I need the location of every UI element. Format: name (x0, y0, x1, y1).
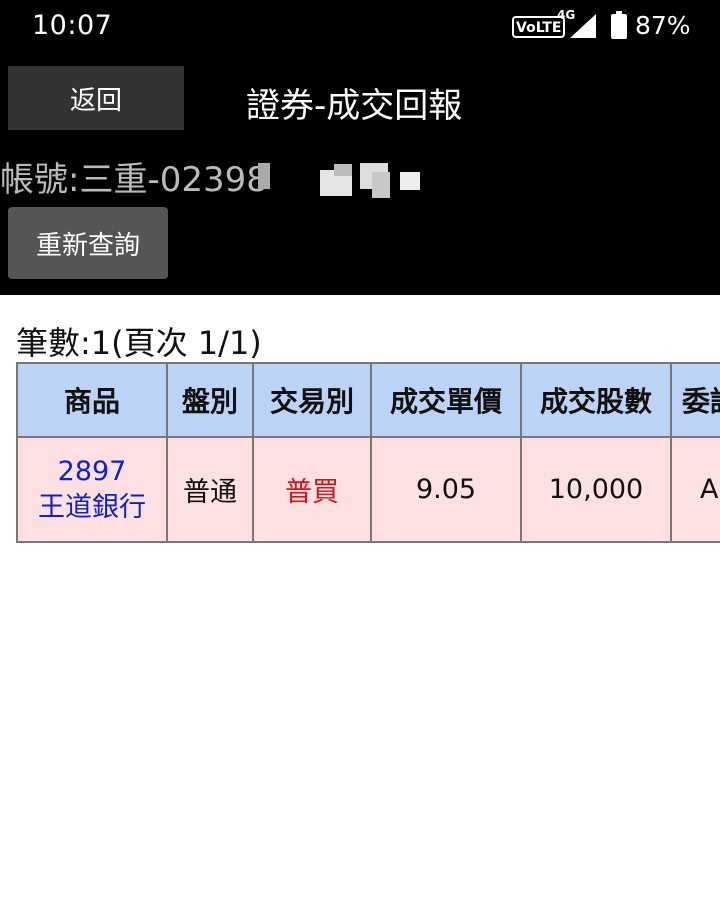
cell-product[interactable]: 2897 王道銀行 (16, 436, 168, 543)
requery-button[interactable]: 重新查詢 (8, 207, 168, 279)
column-header-product: 商品 (16, 362, 168, 438)
column-header-price: 成交單價 (370, 362, 522, 438)
column-header-order: 委託 (670, 362, 720, 438)
page-title: 證券-成交回報 (246, 86, 463, 126)
deal-report-table-container[interactable]: 商品 盤別 交易別 成交單價 成交股數 委託 2897 王道銀行 普通 普買 9… (16, 362, 720, 543)
product-name: 王道銀行 (38, 491, 146, 523)
back-button[interactable]: 返回 (8, 66, 184, 130)
column-header-trade-type: 交易別 (252, 362, 372, 438)
masked-account-digits (400, 172, 420, 190)
deal-report-table: 商品 盤別 交易別 成交單價 成交股數 委託 2897 王道銀行 普通 普買 9… (16, 362, 720, 543)
cell-order: A (670, 436, 720, 543)
cell-shares: 10,000 (520, 436, 672, 543)
column-header-shares: 成交股數 (520, 362, 672, 438)
column-header-session: 盤別 (166, 362, 254, 438)
cell-session: 普通 (166, 436, 254, 543)
cell-trade-type: 普買 (252, 436, 372, 543)
battery-icon (611, 11, 627, 39)
masked-account-digits (372, 172, 390, 198)
product-code: 2897 (57, 455, 127, 487)
status-bar: 10:07 VoLTE 4G 87% (0, 0, 720, 52)
status-time: 10:07 (32, 10, 113, 41)
masked-account-digits (334, 164, 352, 176)
battery-percent: 87% (635, 11, 691, 40)
signal-icon (570, 14, 596, 38)
masked-account-digits (258, 163, 270, 189)
record-count: 筆數:1(頁次 1/1) (16, 324, 262, 362)
account-number: 帳號:三重-02398 (0, 160, 268, 200)
table-row[interactable]: 2897 王道銀行 普通 普買 9.05 10,000 A (16, 436, 720, 543)
table-header-row: 商品 盤別 交易別 成交單價 成交股數 委託 (16, 362, 720, 438)
cell-price: 9.05 (370, 436, 522, 543)
app-header: 10:07 VoLTE 4G 87% 返回 證券-成交回報 帳號:三重-0239… (0, 0, 720, 295)
